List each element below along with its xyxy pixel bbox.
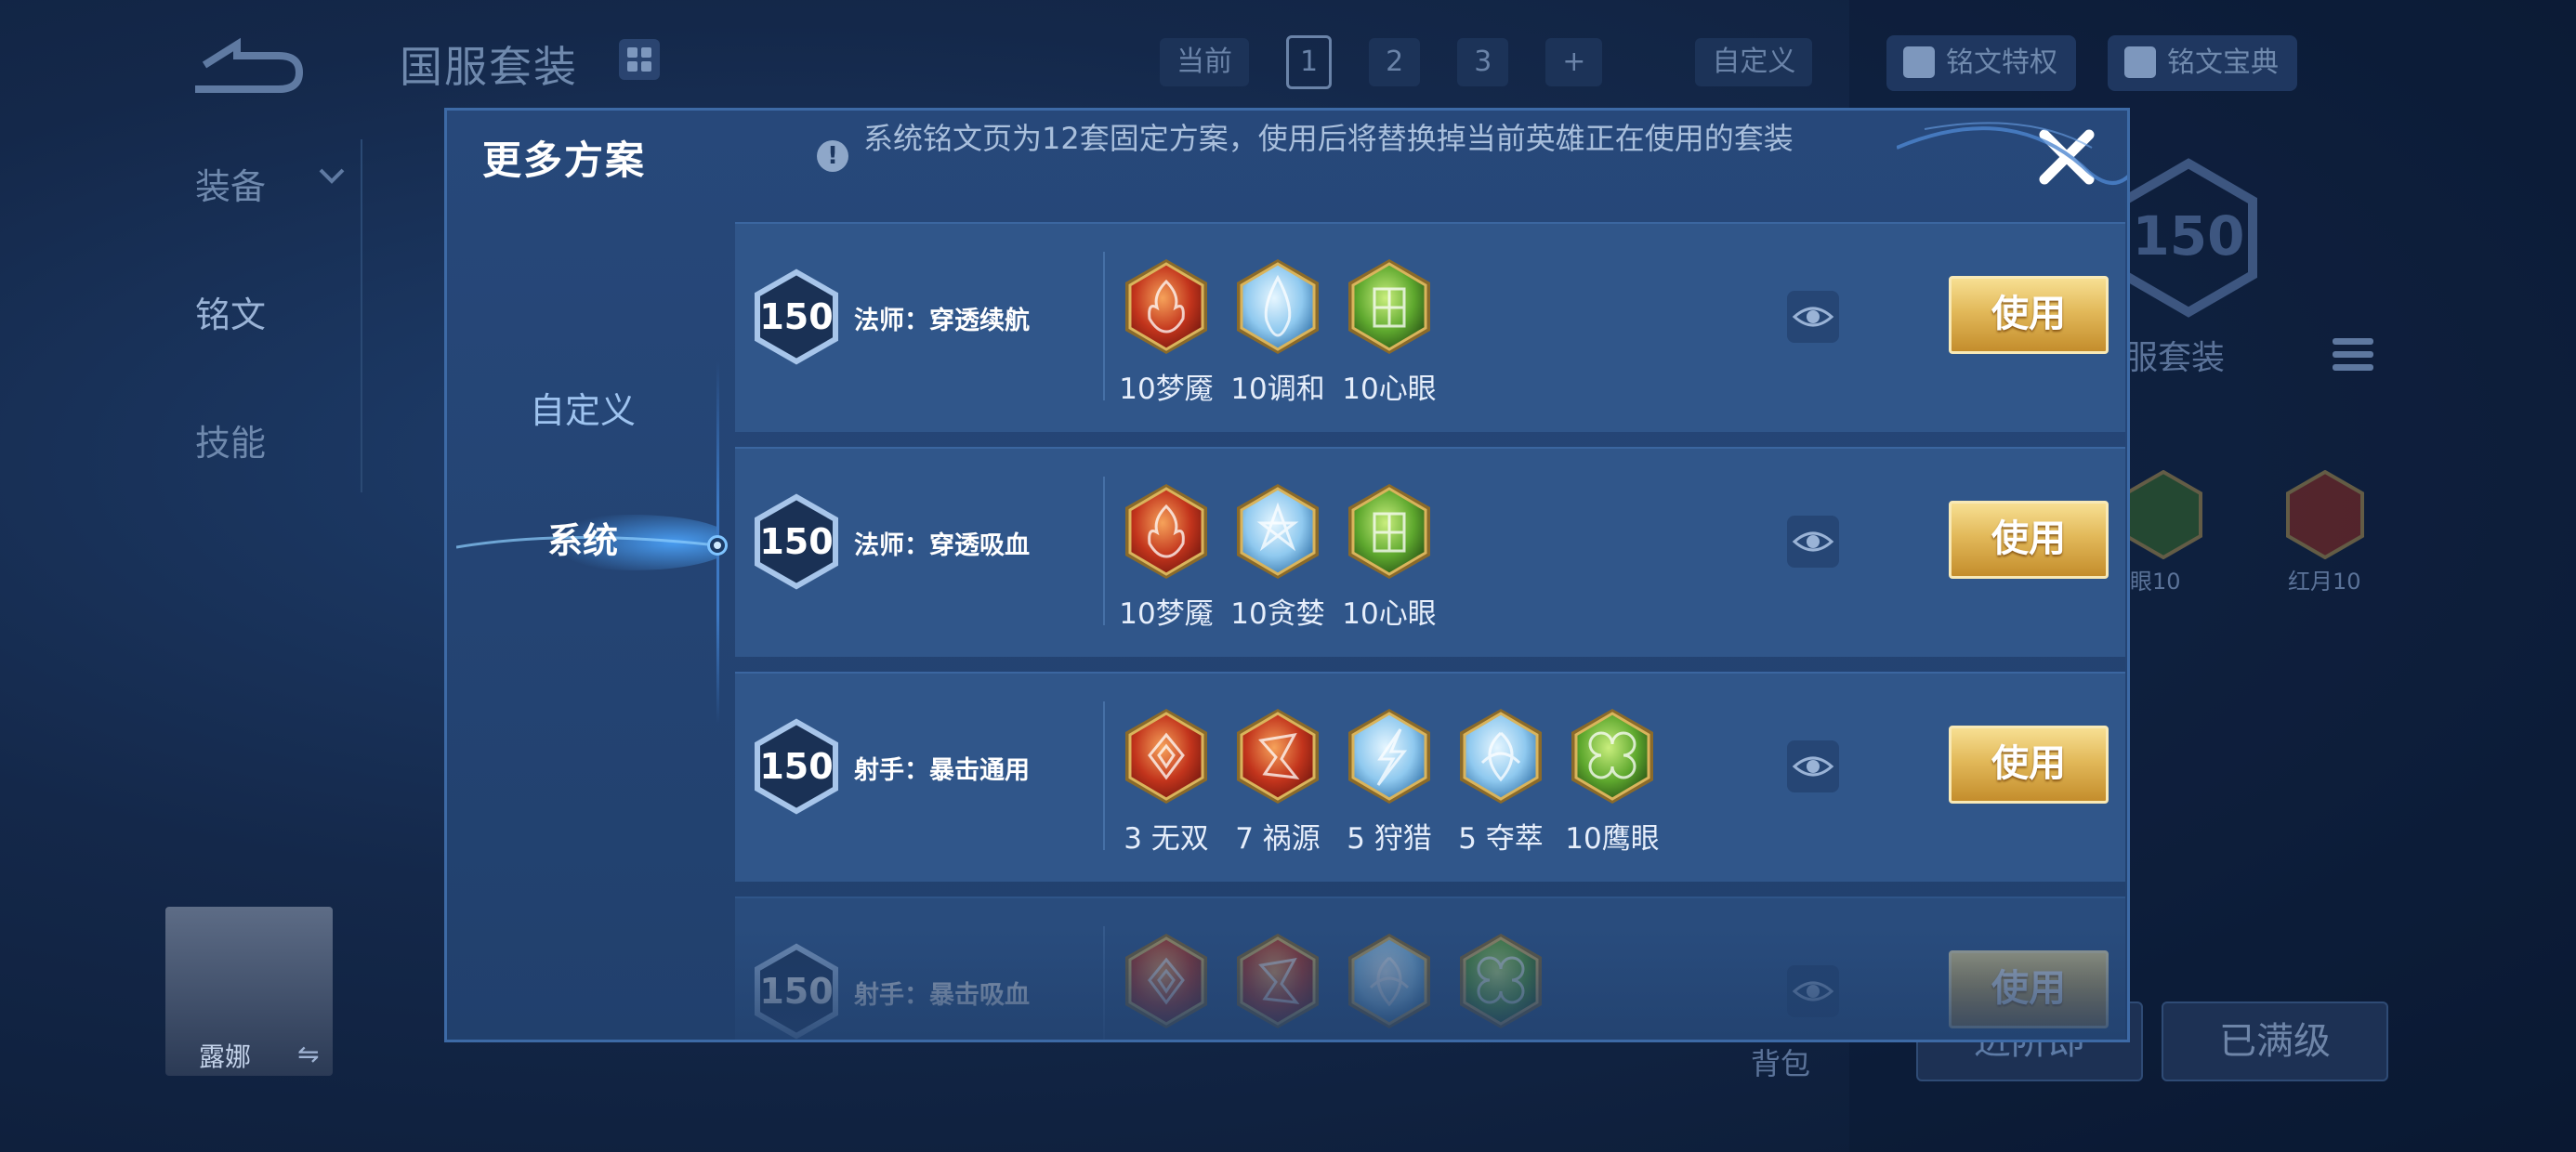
inscription-count-label: 10鹰眼 [1565,822,1660,856]
sidebar-item-inscription[interactable]: 铭文 [195,286,266,337]
row-divider [1103,926,1105,1040]
bg-gem-label-1: 眼10 [2130,569,2181,595]
inscription-count-label: 5 狩猎 [1347,822,1432,856]
sidebar-item-skill[interactable]: 技能 [195,414,266,465]
tab-page-1[interactable]: 1 [1286,35,1333,89]
modal-title: 更多方案 [482,137,647,183]
level-150-badge-icon: 150 [754,268,839,365]
chevron-down-icon [319,168,345,184]
inscription-count-label: 10贪婪 [1230,597,1325,631]
badge-level: 150 [759,521,834,562]
sidebar-item-equipment[interactable]: 装备 [195,158,266,209]
swap-icon[interactable]: ⇋ [297,1039,319,1069]
tab-custom[interactable]: 自定义 [1695,38,1813,86]
plan-row: 150 射手：暴击通用 3 无双 7 祸源 5 狩猎 5 夺萃 10鹰眼 使用 [735,672,2125,882]
level-badge-bg: 150 [2120,158,2257,318]
inscription-count-label: 10梦魇 [1119,597,1214,631]
grid-icon[interactable] [619,39,660,80]
list-menu-icon[interactable] [2333,334,2373,375]
crown-icon [1903,46,1935,78]
inscription-count-label: 10心眼 [1342,597,1437,631]
plan-category-tabs: 自定义 系统 [447,222,728,1040]
inscription-count-label: 7 祸源 [1235,822,1321,856]
tab-add-page[interactable]: + [1545,38,1603,86]
red-flame-inscription-icon[interactable] [1124,482,1209,581]
use-button[interactable]: 使用 [1949,276,2109,354]
badge-level: 150 [759,296,834,337]
eye-icon[interactable] [1787,965,1839,1017]
maxed-button[interactable]: 已满级 [2162,1001,2388,1081]
info-text: 系统铭文页为12套固定方案，使用后将替换掉当前英雄正在使用的套装 [863,121,1794,156]
book-icon [2124,46,2156,78]
plan-name: 法师：穿透吸血 [854,531,1030,560]
codex-button-label: 铭文宝典 [2167,46,2279,79]
red-swirl-inscription-icon[interactable] [1124,932,1209,1030]
level-150-badge-icon: 150 [754,493,839,590]
row-divider [1103,701,1105,850]
plan-name: 法师：穿透续航 [854,307,1030,335]
codex-button[interactable]: 铭文宝典 [2108,35,2297,91]
more-plans-modal: 更多方案 ! 系统铭文页为12套固定方案，使用后将替换掉当前英雄正在使用的套装 … [444,108,2130,1042]
plan-row: 150 法师：穿透续航 10梦魇 10调和 10心眼 使用 [735,222,2125,432]
plan-name: 射手：暴击通用 [854,756,1030,785]
green-clover-inscription-icon[interactable] [1458,932,1544,1030]
hero-name: 露娜 [199,1041,252,1072]
plan-name: 射手：暴击吸血 [854,981,1030,1010]
bag-label[interactable]: 背包 [1751,1041,1810,1083]
green-leaf-inscription-icon[interactable] [1347,257,1432,356]
sidebar-divider [361,139,362,492]
blue-knot-inscription-icon[interactable] [1347,932,1432,1030]
tab-page-3[interactable]: 3 [1457,38,1509,86]
inscription-count-label: 10梦魇 [1119,373,1214,406]
red-shard-inscription-icon[interactable] [1235,932,1321,1030]
level-150-badge-icon: 150 [754,943,839,1040]
info-icon: ! [817,140,848,172]
plan-list: 150 法师：穿透续航 10梦魇 10调和 10心眼 使用 150 法师：穿透吸血 10梦魇 10… [735,222,2125,1040]
page-tabs: 当前 1 2 3 + 自定义 [1160,35,1813,89]
tab-custom[interactable]: 自定义 [447,382,718,433]
tab-current[interactable]: 当前 [1160,38,1249,86]
use-button[interactable]: 使用 [1949,501,2109,579]
badge-level: 150 [759,971,834,1012]
inscription-count-label: 5 夺萃 [1458,822,1544,856]
inscription-count-label: 10调和 [1230,373,1325,406]
blue-star-inscription-icon[interactable] [1235,482,1321,581]
badge-level: 150 [759,746,834,787]
eye-icon[interactable] [1787,740,1839,792]
red-swirl-inscription-icon[interactable] [1124,707,1209,805]
green-leaf-inscription-icon[interactable] [1347,482,1432,581]
right-set-name: 服套装 [2124,339,2226,377]
use-button[interactable]: 使用 [1949,950,2109,1028]
level-150-badge-icon: 150 [754,718,839,815]
row-divider [1103,252,1105,400]
tab-page-2[interactable]: 2 [1369,38,1421,86]
inscription-count-label: 3 无双 [1124,822,1209,856]
green-gem-bg-icon [2124,470,2202,559]
page-title: 国服套装 [400,42,578,92]
eye-icon[interactable] [1787,516,1839,568]
privilege-button[interactable]: 铭文特权 [1886,35,2076,91]
green-clover-inscription-icon[interactable] [1570,707,1655,805]
svg-text:150: 150 [2132,204,2244,268]
tab-system[interactable]: 系统 [447,512,718,563]
close-icon[interactable] [2033,124,2100,190]
bg-gem-label-2: 红月10 [2288,569,2361,595]
modal-header: 更多方案 ! 系统铭文页为12套固定方案，使用后将替换掉当前英雄正在使用的套装 [447,111,2127,222]
use-button[interactable]: 使用 [1949,726,2109,804]
privilege-button-label: 铭文特权 [1946,46,2057,79]
plan-row: 150 射手：暴击吸血 使用 [735,897,2125,1040]
blue-drop-inscription-icon[interactable] [1235,257,1321,356]
inscription-count-label: 10心眼 [1342,373,1437,406]
back-arrow-icon[interactable] [186,37,307,93]
red-flame-inscription-icon[interactable] [1124,257,1209,356]
blue-lightning-inscription-icon[interactable] [1347,707,1432,805]
row-divider [1103,477,1105,625]
plan-row: 150 法师：穿透吸血 10梦魇 10贪婪 10心眼 使用 [735,447,2125,657]
blue-knot-inscription-icon[interactable] [1458,707,1544,805]
red-gem-bg-icon [2286,470,2364,559]
active-tab-indicator-icon [707,535,728,556]
red-shard-inscription-icon[interactable] [1235,707,1321,805]
eye-icon[interactable] [1787,291,1839,343]
